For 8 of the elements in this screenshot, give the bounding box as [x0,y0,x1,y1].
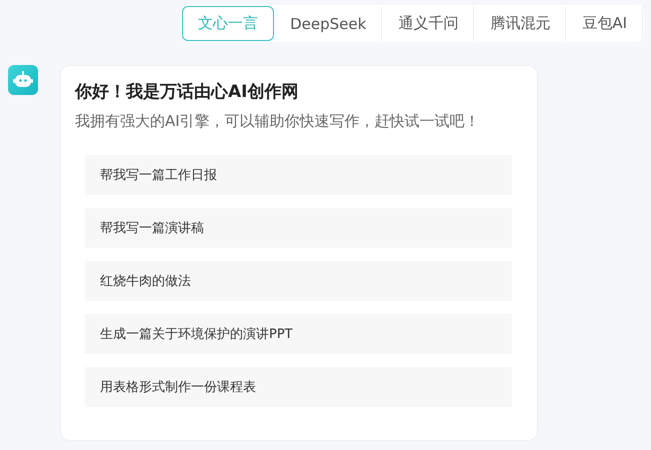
suggestion-item[interactable]: 生成一篇关于环境保护的演讲PPT [85,314,512,354]
greeting-subtitle: 我拥有强大的AI引擎，可以辅助你快速写作，赶快试一试吧！ [75,112,481,131]
suggestion-item[interactable]: 帮我写一篇工作日报 [85,155,512,195]
robot-avatar-icon [8,65,38,95]
suggestion-item[interactable]: 帮我写一篇演讲稿 [85,208,512,248]
suggestion-item[interactable]: 红烧牛肉的做法 [85,261,512,301]
suggestion-item[interactable]: 用表格形式制作一份课程表 [85,367,512,407]
greeting-title: 你好！我是万话由心AI创作网 [75,81,300,103]
